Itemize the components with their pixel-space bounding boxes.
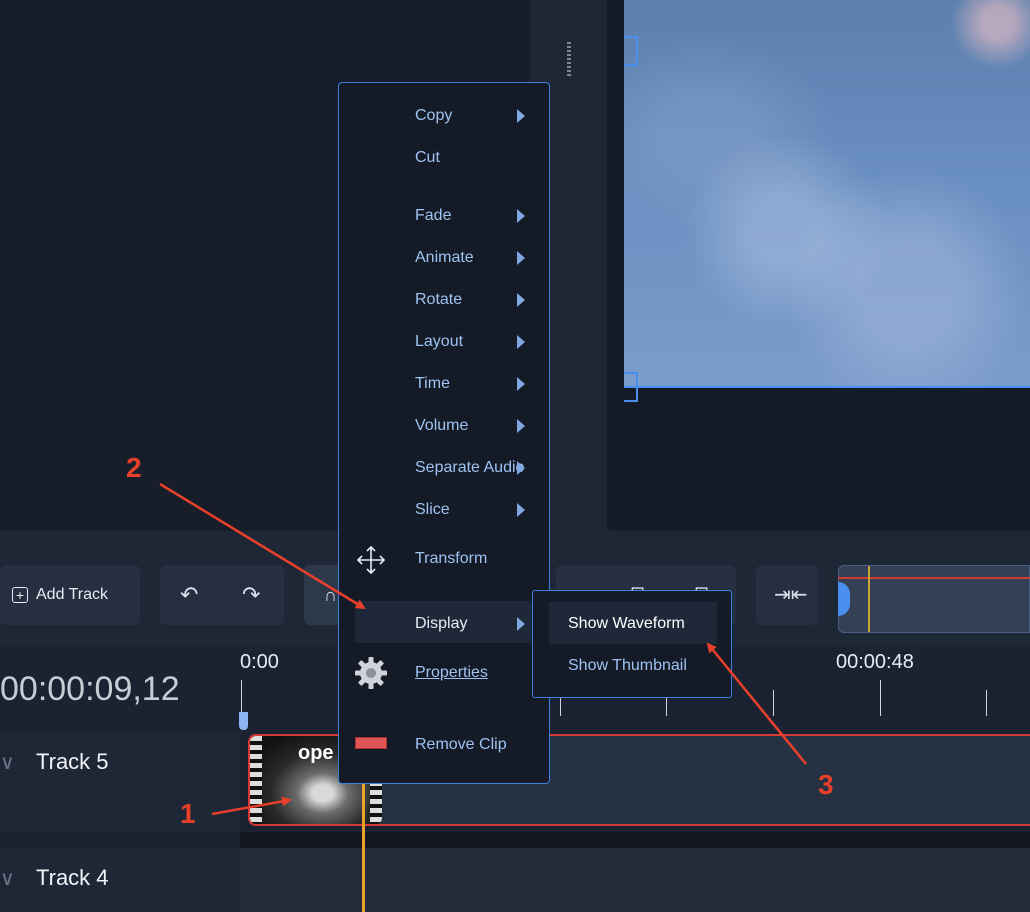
redo-icon[interactable]: ↷ (242, 584, 260, 606)
gear-icon (355, 657, 387, 689)
track-label: Track 4 (36, 865, 109, 890)
film-strip-left (250, 736, 262, 824)
undo-redo-group: ↶ ↷ (160, 565, 284, 625)
crop-handle-bottom[interactable] (624, 372, 638, 402)
menu-item-separate-audio[interactable]: Separate Audio (415, 459, 524, 477)
track-header-4[interactable]: ∨ Track 4 (0, 848, 240, 912)
ruler-tick (986, 690, 987, 716)
submenu-arrow-icon (517, 377, 525, 391)
ruler-label-start: 0:00 (240, 651, 279, 673)
display-submenu: Show Waveform Show Thumbnail (532, 590, 732, 698)
menu-item-transform[interactable]: Transform (415, 550, 487, 568)
annotation-label-3: 3 (818, 769, 834, 800)
submenu-item-show-thumbnail[interactable]: Show Thumbnail (568, 657, 687, 675)
submenu-arrow-icon (517, 335, 525, 349)
split-button[interactable]: ⇥⇤ (756, 565, 818, 625)
timeline-overview[interactable] (838, 565, 1030, 633)
start-marker[interactable] (239, 712, 248, 730)
submenu-arrow-icon (517, 251, 525, 265)
menu-item-time[interactable]: Time (415, 375, 450, 393)
ruler-label-48s: 00:00:48 (836, 651, 914, 673)
move-arrows-icon (356, 545, 386, 575)
overview-playhead (868, 566, 870, 632)
track-divider (240, 832, 1030, 848)
plus-icon: + (12, 587, 28, 603)
menu-item-copy[interactable]: Copy (415, 107, 452, 125)
magnet-icon: ∩ (324, 585, 337, 605)
ruler-tick (880, 680, 881, 716)
clip-title: ope (298, 742, 334, 764)
add-track-button[interactable]: + Add Track (0, 565, 140, 625)
submenu-item-show-waveform[interactable]: Show Waveform (568, 615, 685, 633)
undo-icon[interactable]: ↶ (180, 584, 198, 606)
menu-item-fade[interactable]: Fade (415, 207, 451, 225)
ruler-tick (773, 690, 774, 716)
submenu-arrow-icon (517, 293, 525, 307)
track-label: Track 5 (36, 749, 109, 774)
chevron-down-icon[interactable]: ∨ (0, 750, 15, 775)
menu-item-volume[interactable]: Volume (415, 417, 468, 435)
vertical-drag-handle[interactable] (567, 42, 571, 76)
split-arrows-icon: ⇥⇤ (774, 584, 808, 606)
menu-item-display[interactable]: Display (415, 615, 467, 633)
add-track-label: Add Track (36, 586, 109, 603)
menu-item-rotate[interactable]: Rotate (415, 291, 462, 309)
annotation-label-1: 1 (180, 798, 196, 829)
video-preview[interactable] (624, 0, 1030, 388)
menu-item-properties[interactable]: Properties (415, 664, 488, 682)
menu-item-remove-clip[interactable]: Remove Clip (415, 736, 507, 754)
ruler-tick (241, 680, 242, 716)
current-timecode: 00:00:09,12 (0, 670, 180, 708)
chevron-down-icon[interactable]: ∨ (0, 866, 15, 891)
submenu-arrow-icon (517, 617, 525, 631)
submenu-arrow-icon (517, 109, 525, 123)
menu-item-layout[interactable]: Layout (415, 333, 463, 351)
submenu-arrow-icon (517, 461, 525, 475)
menu-item-cut[interactable]: Cut (415, 149, 440, 167)
crop-handle-top[interactable] (624, 36, 638, 66)
annotation-label-2: 2 (126, 452, 142, 483)
menu-item-animate[interactable]: Animate (415, 249, 474, 267)
submenu-arrow-icon (517, 419, 525, 433)
track-lane-4[interactable] (240, 848, 1030, 912)
submenu-arrow-icon (517, 503, 525, 517)
submenu-arrow-icon (517, 209, 525, 223)
overview-clip-line (838, 577, 1030, 579)
remove-clip-icon (355, 737, 387, 749)
track-header-5[interactable]: ∨ Track 5 (0, 732, 240, 832)
menu-item-slice[interactable]: Slice (415, 501, 450, 519)
context-menu: Copy Cut Fade Animate Rotate Layout Time… (338, 82, 550, 784)
